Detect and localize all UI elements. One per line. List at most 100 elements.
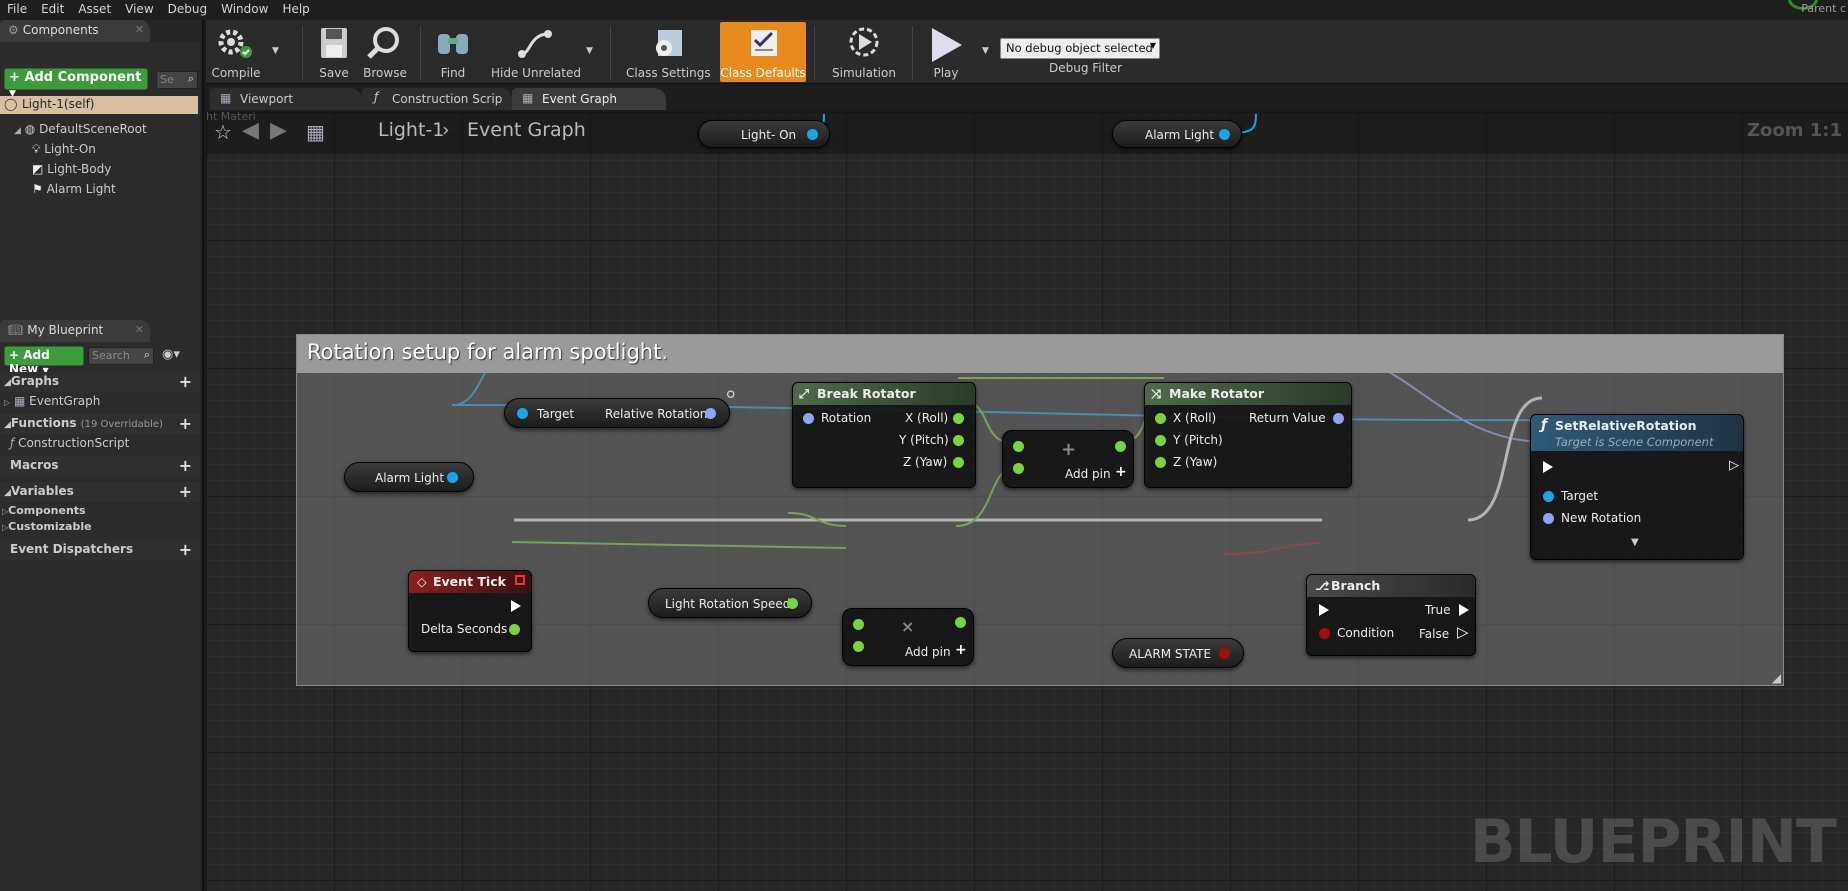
y-input-pin[interactable] <box>1155 435 1166 446</box>
light-on-variable-node[interactable]: Light- On <box>698 120 830 148</box>
graph-item-eventgraph[interactable]: ▷ ▦ EventGraph <box>4 394 100 408</box>
exec-input-pin[interactable] <box>1319 604 1329 616</box>
output-pin[interactable] <box>1219 648 1230 659</box>
parent-class-label[interactable]: Parent c <box>1801 2 1846 15</box>
self-item[interactable]: ◯ Light-1(self) <box>0 96 198 114</box>
output-pin[interactable] <box>955 617 966 628</box>
z-input-pin[interactable] <box>1155 457 1166 468</box>
resize-handle-icon[interactable]: ◢ <box>1772 671 1781 685</box>
menu-view[interactable]: View <box>118 0 160 18</box>
expand-arrow-icon[interactable]: ▼ <box>1631 537 1639 548</box>
true-exec-output-pin[interactable] <box>1459 604 1469 616</box>
compile-button[interactable]: Compile <box>208 22 264 82</box>
menu-help[interactable]: Help <box>275 0 316 18</box>
tab-components[interactable]: ⚙ Components ✕ <box>0 20 150 42</box>
exec-output-pin[interactable] <box>511 600 521 612</box>
tab-viewport[interactable]: ▦ Viewport <box>210 88 362 110</box>
close-icon[interactable]: ✕ <box>135 323 144 336</box>
variable-category-customizable[interactable]: ▷Customizable <box>2 520 92 533</box>
y-output-pin[interactable] <box>953 435 964 446</box>
play-options-chevron-icon[interactable]: ▼ <box>982 46 989 56</box>
components-search-input[interactable]: Se ⌕ <box>156 71 198 89</box>
add-variable-icon[interactable]: + <box>179 482 192 501</box>
z-output-pin[interactable] <box>953 457 964 468</box>
exec-input-pin[interactable] <box>1543 461 1553 473</box>
tree-item-light-body[interactable]: ◩ Light-Body <box>32 162 111 176</box>
delta-seconds-output-pin[interactable] <box>509 624 520 635</box>
save-button[interactable]: Save <box>310 22 358 82</box>
add-new-button[interactable]: + Add New ▼ <box>4 346 84 376</box>
add-macro-icon[interactable]: + <box>179 456 192 475</box>
blueprint-search-input[interactable]: Search ⌕ <box>88 347 154 365</box>
menu-asset[interactable]: Asset <box>71 0 118 18</box>
x-output-pin[interactable] <box>953 413 964 424</box>
alarm-state-variable-node[interactable]: ALARM STATE <box>1112 638 1244 668</box>
variable-category-components[interactable]: ▷Components <box>2 504 86 517</box>
exec-output-pin[interactable]: ▷ <box>1721 458 1739 473</box>
input-b-pin[interactable] <box>1013 463 1024 474</box>
debug-object-select[interactable]: No debug object selected ▼ <box>1000 38 1160 59</box>
tab-construction-script[interactable]: ƒ Construction Scrip <box>362 88 512 110</box>
new-rotation-input-pin[interactable] <box>1543 513 1554 524</box>
add-component-button[interactable]: + Add Component ▼ <box>4 68 148 99</box>
add-node[interactable]: + Add pin + <box>1002 430 1134 488</box>
add-graph-icon[interactable]: + <box>179 372 192 391</box>
function-item-construction-script[interactable]: ƒ ConstructionScript <box>10 436 129 450</box>
menu-edit[interactable]: Edit <box>34 0 71 18</box>
output-pin[interactable] <box>807 129 818 140</box>
rotation-input-pin[interactable] <box>803 413 814 424</box>
hide-unrelated-chevron-icon[interactable]: ▼ <box>586 46 593 56</box>
functions-section[interactable]: ◢Functions (19 Overridable) + <box>0 414 200 434</box>
macros-section[interactable]: Macros + <box>0 456 200 476</box>
add-dispatcher-icon[interactable]: + <box>179 540 192 559</box>
tab-my-blueprint[interactable]: 📖︎ My Blueprint ✕ <box>0 320 150 342</box>
class-settings-button[interactable]: Class Settings <box>626 22 711 82</box>
tree-item-alarm-light[interactable]: ⚑ Alarm Light <box>32 182 116 196</box>
relative-rotation-node[interactable]: Target Relative Rotation <box>504 398 730 428</box>
add-pin-plus-icon[interactable]: + <box>955 642 967 658</box>
hide-unrelated-button[interactable]: Hide Unrelated <box>486 22 586 82</box>
simulation-button[interactable]: Simulation <box>824 22 904 82</box>
browse-button[interactable]: Browse <box>358 22 412 82</box>
output-pin[interactable] <box>787 598 798 609</box>
input-a-pin[interactable] <box>1013 441 1024 452</box>
branch-node[interactable]: ⎇ Branch True Condition False ▷ <box>1306 574 1476 656</box>
close-icon[interactable]: ✕ <box>135 23 144 36</box>
compile-options-chevron-icon[interactable]: ▼ <box>272 46 279 56</box>
false-exec-output-pin[interactable]: ▷ <box>1457 623 1469 641</box>
return-value-output-pin[interactable] <box>1333 413 1344 424</box>
alarm-light-variable-node[interactable]: Alarm Light <box>344 462 474 492</box>
break-rotator-node[interactable]: ⤢ Break Rotator Rotation X (Roll) Y (Pitc… <box>792 382 976 488</box>
class-defaults-button[interactable]: Class Defaults <box>720 22 806 82</box>
menu-debug[interactable]: Debug <box>161 0 214 18</box>
output-pin[interactable] <box>1115 441 1126 452</box>
alarm-light-top-variable-node[interactable]: Alarm Light <box>1112 120 1242 148</box>
input-b-pin[interactable] <box>853 641 864 652</box>
event-tick-node[interactable]: ◇ Event Tick Delta Seconds <box>408 570 532 652</box>
output-pin[interactable] <box>447 472 458 483</box>
graphs-section[interactable]: ◢Graphs + <box>0 372 200 392</box>
find-button[interactable]: Find <box>428 22 478 82</box>
play-button[interactable]: Play <box>922 22 970 82</box>
tab-event-graph[interactable]: ▦ Event Graph <box>512 88 666 110</box>
menu-file[interactable]: File <box>0 0 34 18</box>
event-dispatchers-section[interactable]: Event Dispatchers + <box>0 540 200 560</box>
add-pin-label[interactable]: Add pin <box>1065 467 1111 481</box>
light-rotation-speed-variable-node[interactable]: Light Rotation Speed <box>648 588 812 618</box>
variables-section[interactable]: ◢Variables + <box>0 482 200 502</box>
add-function-icon[interactable]: + <box>179 414 192 433</box>
tree-item-light-on[interactable]: 💡︎ Light-On <box>32 142 96 157</box>
output-pin[interactable] <box>1219 129 1230 140</box>
target-input-pin[interactable] <box>517 408 528 419</box>
relative-rotation-output-pin[interactable] <box>705 408 716 419</box>
event-graph-canvas[interactable]: ht Materi ☆ ◀ ▶ ▦ Light-1 › Event Graph … <box>206 112 1848 891</box>
multiply-node[interactable]: × Add pin + <box>842 608 974 666</box>
add-pin-label[interactable]: Add pin <box>905 645 951 659</box>
target-input-pin[interactable] <box>1543 491 1554 502</box>
condition-input-pin[interactable] <box>1319 628 1330 639</box>
set-relative-rotation-node[interactable]: ƒ SetRelativeRotation Target is Scene Com… <box>1530 414 1744 560</box>
add-pin-plus-icon[interactable]: + <box>1115 464 1127 480</box>
tree-item-default-scene-root[interactable]: ◢ ◍ DefaultSceneRoot <box>14 122 147 136</box>
make-rotator-node[interactable]: ⤨ Make Rotator X (Roll) Return Value Y (P… <box>1144 382 1352 488</box>
x-input-pin[interactable] <box>1155 413 1166 424</box>
